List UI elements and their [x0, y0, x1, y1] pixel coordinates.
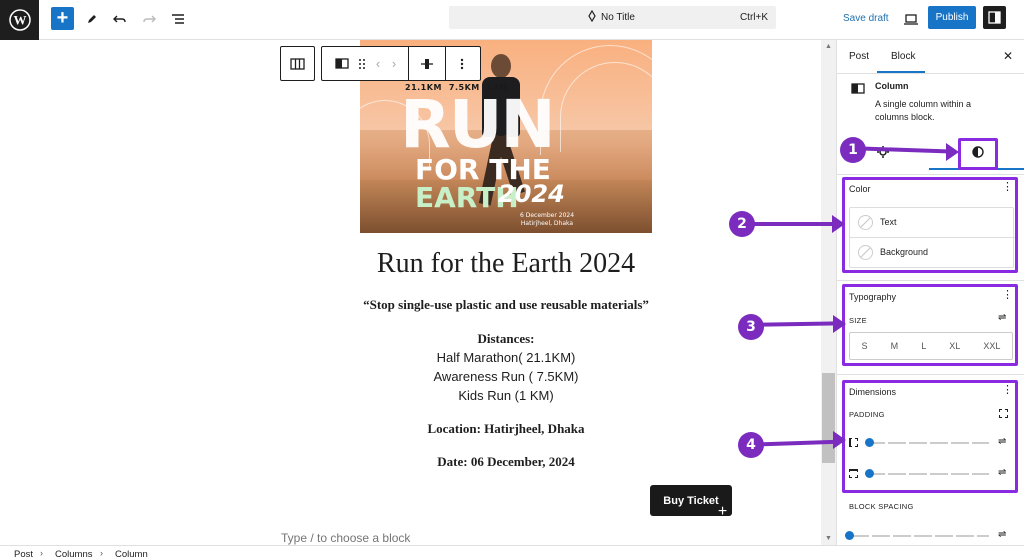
column-block-icon — [851, 81, 865, 99]
annotation-box — [958, 138, 998, 170]
document-overview-icon[interactable] — [170, 7, 186, 31]
wordpress-logo-icon[interactable]: W — [0, 0, 39, 40]
tab-block[interactable]: Block — [891, 51, 915, 62]
save-draft-button[interactable]: Save draft — [843, 13, 889, 24]
command-palette-bar[interactable]: No Title Ctrl+K — [449, 6, 776, 29]
scroll-up-icon[interactable]: ▲ — [825, 43, 832, 50]
settings-sidebar-icon[interactable] — [983, 6, 1006, 29]
close-icon[interactable]: ✕ — [1003, 49, 1013, 63]
block-spacing-label: BLOCK SPACING — [849, 502, 914, 511]
annotation-marker: 3 — [738, 314, 764, 340]
event-location[interactable]: Location: Hatirjheel, Dhaka — [300, 421, 712, 437]
columns-icon — [290, 57, 305, 70]
event-title-heading[interactable]: Run for the Earth 2024 — [300, 248, 712, 280]
annotation-marker: 2 — [729, 211, 755, 237]
poster-date: 6 December 2024 Hatirjheel, Dhaka — [520, 212, 575, 228]
tools-pencil-icon[interactable] — [84, 7, 100, 31]
block-card-description: A single column within a columns block. — [875, 99, 972, 122]
distances-label[interactable]: Distances: — [300, 331, 712, 347]
block-spacing-slider-thumb[interactable] — [845, 531, 854, 540]
distance-line[interactable]: Awareness Run ( 7.5KM) — [300, 369, 712, 384]
scroll-thumb[interactable] — [822, 373, 835, 463]
editor-topbar: W + No Title Ctrl+K Save draft Publish — [0, 0, 1024, 40]
annotation-arrow-head — [832, 215, 845, 233]
breadcrumb-item[interactable]: Post — [14, 549, 33, 559]
poster-year: 2024 — [498, 180, 565, 208]
editor-app: W + No Title Ctrl+K Save draft Publish 2… — [0, 0, 1024, 559]
move-right-icon[interactable]: › — [386, 46, 402, 81]
annotation-arrow-line — [754, 222, 838, 226]
sidebar-divider — [837, 280, 1024, 281]
svg-text:W: W — [13, 13, 26, 28]
annotation-marker: 4 — [738, 432, 764, 458]
distance-line[interactable]: Half Marathon( 21.1KM) — [300, 350, 712, 365]
annotation-marker: 1 — [840, 137, 866, 163]
toolbar-separator — [445, 46, 446, 81]
block-card-title: Column — [875, 81, 909, 91]
event-quote[interactable]: “Stop single-use plastic and use reusabl… — [300, 297, 712, 313]
scroll-down-icon[interactable]: ▼ — [825, 535, 832, 542]
event-date[interactable]: Date: 06 December, 2024 — [300, 454, 712, 470]
annotation-arrow-head — [833, 315, 846, 333]
block-spacing-slider-track[interactable] — [851, 535, 989, 537]
move-left-icon[interactable]: ‹ — [370, 46, 386, 81]
command-shortcut: Ctrl+K — [739, 12, 768, 23]
vertical-align-icon[interactable] — [415, 46, 439, 81]
pen-nib-icon — [587, 9, 597, 25]
add-block-icon[interactable]: + — [51, 7, 74, 30]
annotation-arrow-head — [833, 431, 846, 449]
breadcrumb-item: Column — [115, 549, 148, 559]
drag-handle-icon[interactable] — [354, 46, 370, 81]
toolbar-separator — [408, 46, 409, 81]
sidebar-divider — [837, 73, 1024, 74]
breadcrumb-item[interactable]: Columns — [55, 549, 93, 559]
block-spacing-adjust-icon[interactable]: ⇌ — [998, 529, 1006, 540]
column-block-icon[interactable] — [330, 46, 354, 81]
sidebar-divider — [837, 174, 1024, 175]
block-toolbar: ‹ › — [280, 46, 481, 81]
editor-canvas[interactable]: 21.1KM 7.5KM 1KM RUN FOR THE EARTH 2024 6 … — [0, 40, 836, 545]
block-toolbar-main: ‹ › — [321, 46, 481, 81]
add-block-inline-icon[interactable]: + — [713, 502, 732, 521]
tab-post[interactable]: Post — [849, 51, 869, 62]
undo-icon[interactable] — [112, 7, 128, 31]
document-title: No Title — [601, 12, 635, 23]
annotation-arrow-head — [946, 143, 959, 161]
sidebar-divider — [837, 374, 1024, 375]
block-placeholder[interactable]: Type / to choose a block — [281, 531, 410, 545]
preview-device-icon[interactable] — [902, 7, 920, 31]
annotation-box — [842, 177, 1018, 273]
breadcrumb-chevron-icon: › — [40, 548, 43, 558]
distance-line[interactable]: Kids Run (1 KM) — [300, 388, 712, 403]
poster-run-word: RUN — [400, 86, 556, 163]
more-options-icon[interactable] — [452, 46, 472, 81]
redo-icon[interactable] — [141, 7, 157, 31]
publish-button[interactable]: Publish — [928, 6, 976, 29]
annotation-box — [842, 380, 1018, 493]
select-parent-columns-button[interactable] — [280, 46, 315, 81]
breadcrumb-chevron-icon: › — [100, 548, 103, 558]
annotation-box — [842, 284, 1018, 366]
canvas-scrollbar[interactable]: ▲ ▼ — [821, 40, 836, 545]
block-breadcrumb: Post › Columns › Column — [0, 545, 1024, 559]
